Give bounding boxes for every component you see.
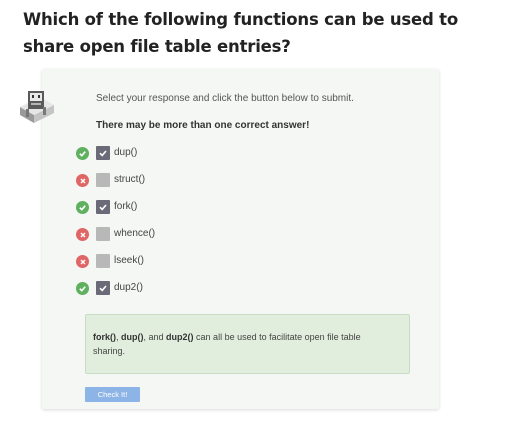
option-label: lseek() (114, 255, 145, 266)
option-checkbox[interactable] (96, 200, 110, 214)
explanation-fn-dup: dup() (121, 332, 144, 342)
wrong-x-icon (76, 174, 89, 187)
option-label: whence() (114, 228, 156, 239)
option-checkbox[interactable] (96, 227, 110, 241)
explanation-text: fork(), dup(), and dup2() can all be use… (93, 330, 393, 358)
explanation-fn-dup2: dup2() (166, 332, 194, 342)
option-label: dup() (114, 147, 138, 158)
question-text: Which of the following functions can be … (23, 10, 458, 56)
explanation-separator: , and (143, 332, 167, 342)
option-checkbox[interactable] (96, 173, 110, 187)
explanation-box: fork(), dup(), and dup2() can all be use… (85, 314, 410, 374)
wrong-x-icon (76, 228, 89, 241)
correct-check-icon (76, 201, 89, 214)
mascot-robot-icon (20, 91, 54, 123)
correct-check-icon (76, 282, 89, 295)
wrong-x-icon (76, 255, 89, 268)
explanation-fn-fork: fork() (93, 332, 116, 342)
option-label: struct() (114, 174, 146, 185)
option-label: dup2() (114, 282, 143, 293)
option-checkbox[interactable] (96, 281, 110, 295)
option-checkbox[interactable] (96, 254, 110, 268)
multiple-answer-note: There may be more than one correct answe… (96, 120, 310, 131)
correct-check-icon (76, 147, 89, 160)
check-it-button[interactable]: Check It! (85, 387, 140, 402)
instruction-text: Select your response and click the butto… (96, 93, 354, 104)
option-label: fork() (114, 201, 138, 212)
option-checkbox[interactable] (96, 146, 110, 160)
